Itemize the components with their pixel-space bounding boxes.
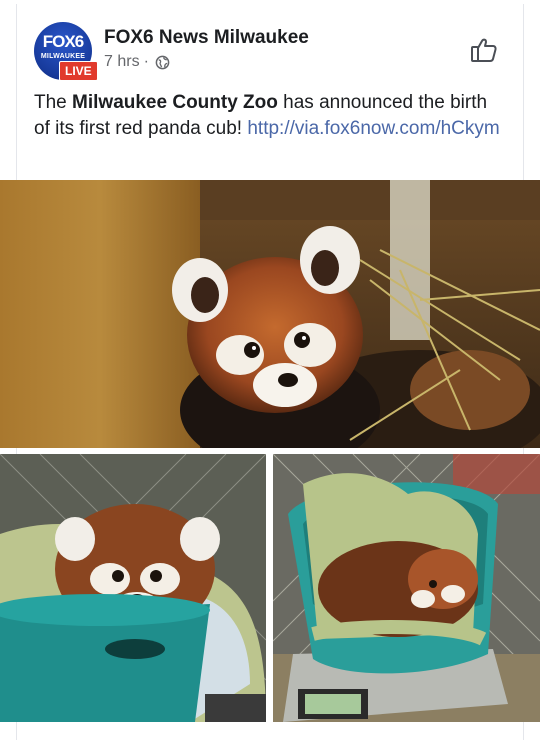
meta-separator: · [143, 53, 149, 70]
post-link[interactable]: http://via.fox6now.com/hCkym [247, 118, 499, 139]
live-badge: LIVE [59, 61, 98, 81]
red-panda-crate-image [0, 180, 540, 448]
red-panda-scale-image [273, 454, 540, 722]
globe-icon [155, 55, 170, 69]
page-name-link[interactable]: FOX6 News Milwaukee [104, 27, 309, 49]
post-text-prefix: The [34, 92, 73, 113]
photo-main[interactable] [0, 180, 540, 448]
post-timestamp[interactable]: 7 hrs [104, 53, 140, 71]
avatar-logo: FOX6 [42, 32, 84, 51]
red-panda-basket-image [0, 454, 266, 722]
post-text: The Milwaukee County Zoo has announced t… [34, 90, 504, 142]
avatar-subtitle: MILWAUKEE [40, 53, 86, 60]
thumbs-up-icon[interactable] [468, 34, 500, 66]
photo-bottom-right[interactable] [273, 454, 540, 722]
zoo-name: Milwaukee County Zoo [72, 92, 278, 113]
post-meta: 7 hrs · [104, 53, 170, 71]
photo-bottom-left[interactable] [0, 454, 266, 722]
